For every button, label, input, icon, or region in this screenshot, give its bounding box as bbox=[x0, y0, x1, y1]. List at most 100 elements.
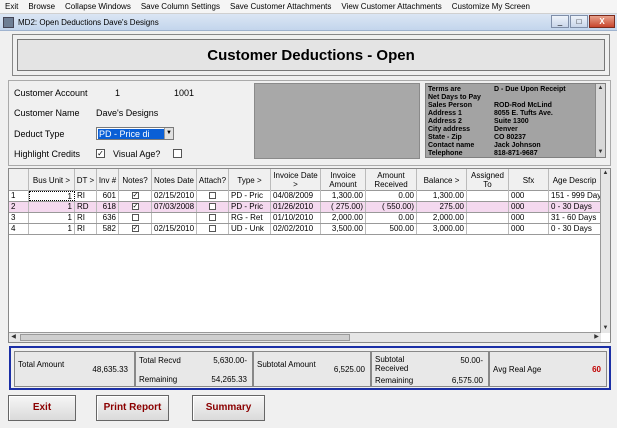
terms-scrollbar[interactable]: ▲ ▼ bbox=[595, 84, 605, 157]
exit-button[interactable]: Exit bbox=[8, 395, 76, 421]
cell-balance[interactable]: 2,000.00 bbox=[417, 213, 467, 223]
minimize-button[interactable]: _ bbox=[551, 15, 569, 28]
cell-invoice-amount[interactable]: 3,500.00 bbox=[321, 224, 366, 234]
scroll-left-icon[interactable]: ◀ bbox=[9, 333, 18, 342]
cell-age-descrip[interactable]: 151 - 999 Days bbox=[549, 191, 601, 201]
cell-dt[interactable]: RI bbox=[75, 213, 97, 223]
table-row[interactable]: 1 1 RI 601 ✓ 02/15/2010 PD - Pric 04/08/… bbox=[9, 191, 601, 202]
header-balance[interactable]: Balance > bbox=[417, 169, 467, 191]
cell-invoice-amount[interactable]: 2,000.00 bbox=[321, 213, 366, 223]
cell-inv[interactable]: 601 bbox=[97, 191, 119, 201]
grid-horizontal-scrollbar[interactable]: ◀ ▶ bbox=[9, 332, 601, 342]
scroll-down-icon[interactable]: ▼ bbox=[601, 324, 610, 333]
cell-invoice-amount[interactable]: ( 275.00) bbox=[321, 202, 366, 212]
cell-type[interactable]: PD - Pric bbox=[229, 202, 271, 212]
summary-button[interactable]: Summary bbox=[192, 395, 265, 421]
cell-invoice-date[interactable]: 01/26/2010 bbox=[271, 202, 321, 212]
cell-notes[interactable]: ✓ bbox=[119, 202, 152, 212]
table-row[interactable]: 4 1 RI 582 ✓ 02/15/2010 UD - Unk 02/02/2… bbox=[9, 224, 601, 235]
menu-collapse-windows[interactable]: Collapse Windows bbox=[60, 0, 136, 14]
scroll-up-icon[interactable]: ▲ bbox=[596, 84, 605, 93]
cell-amount-received[interactable]: 500.00 bbox=[366, 224, 417, 234]
cell-balance[interactable]: 3,000.00 bbox=[417, 224, 467, 234]
attach-checkbox[interactable] bbox=[209, 225, 216, 233]
cell-notes[interactable]: ✓ bbox=[119, 191, 152, 201]
cell-type[interactable]: UD - Unk bbox=[229, 224, 271, 234]
cell-amount-received[interactable]: 0.00 bbox=[366, 213, 417, 223]
header-bus-unit[interactable]: Bus Unit > bbox=[29, 169, 75, 191]
cell-sfx[interactable]: 000 bbox=[509, 202, 549, 212]
cell-attach[interactable] bbox=[197, 213, 229, 223]
cell-notes-date[interactable] bbox=[152, 213, 197, 223]
close-button[interactable]: X bbox=[589, 15, 615, 28]
notes-checkbox[interactable] bbox=[131, 214, 139, 222]
cell-sfx[interactable]: 000 bbox=[509, 191, 549, 201]
cell-age-descrip[interactable]: 0 - 30 Days bbox=[549, 224, 601, 234]
cell-inv[interactable]: 636 bbox=[97, 213, 119, 223]
cell-dt[interactable]: RI bbox=[75, 224, 97, 234]
cell-balance[interactable]: 275.00 bbox=[417, 202, 467, 212]
table-row[interactable]: 2 1 RD 618 ✓ 07/03/2008 PD - Pric 01/26/… bbox=[9, 202, 601, 213]
header-inv[interactable]: Inv # bbox=[97, 169, 119, 191]
highlight-credits-checkbox[interactable]: ✓ bbox=[96, 149, 105, 158]
scroll-up-icon[interactable]: ▲ bbox=[601, 169, 610, 178]
cell-sfx[interactable]: 000 bbox=[509, 213, 549, 223]
print-report-button[interactable]: Print Report bbox=[96, 395, 169, 421]
header-dt[interactable]: DT > bbox=[75, 169, 97, 191]
notes-checkbox[interactable]: ✓ bbox=[131, 203, 139, 211]
deduct-type-select[interactable]: PD - Price di ▼ bbox=[96, 127, 174, 140]
cell-dt[interactable]: RI bbox=[75, 191, 97, 201]
notes-checkbox[interactable]: ✓ bbox=[131, 225, 139, 233]
cell-assigned-to[interactable] bbox=[467, 191, 509, 201]
header-attach[interactable]: Attach? bbox=[197, 169, 229, 191]
maximize-button[interactable]: □ bbox=[570, 15, 588, 28]
header-type[interactable]: Type > bbox=[229, 169, 271, 191]
cell-age-descrip[interactable]: 0 - 30 Days bbox=[549, 202, 601, 212]
menu-save-column-settings[interactable]: Save Column Settings bbox=[136, 0, 225, 14]
cell-type[interactable]: RG - Ret bbox=[229, 213, 271, 223]
scroll-thumb[interactable] bbox=[20, 334, 350, 341]
scroll-right-icon[interactable]: ▶ bbox=[592, 333, 601, 342]
cell-amount-received[interactable]: ( 550.00) bbox=[366, 202, 417, 212]
cell-inv[interactable]: 582 bbox=[97, 224, 119, 234]
cell-notes-date[interactable]: 02/15/2010 bbox=[152, 224, 197, 234]
attach-checkbox[interactable] bbox=[209, 192, 216, 200]
cell-notes-date[interactable]: 02/15/2010 bbox=[152, 191, 197, 201]
cell-amount-received[interactable]: 0.00 bbox=[366, 191, 417, 201]
cell-attach[interactable] bbox=[197, 202, 229, 212]
attach-checkbox[interactable] bbox=[209, 214, 216, 222]
cell-invoice-date[interactable]: 04/08/2009 bbox=[271, 191, 321, 201]
notes-checkbox[interactable]: ✓ bbox=[131, 192, 139, 200]
cell-dt[interactable]: RD bbox=[75, 202, 97, 212]
cell-sfx[interactable]: 000 bbox=[509, 224, 549, 234]
menu-view-customer-attachments[interactable]: View Customer Attachments bbox=[336, 0, 446, 14]
visual-age-checkbox[interactable] bbox=[173, 149, 182, 158]
cell-bus-unit[interactable]: 1 bbox=[29, 202, 75, 212]
cell-assigned-to[interactable] bbox=[467, 202, 509, 212]
attach-checkbox[interactable] bbox=[209, 203, 216, 211]
header-amount-received[interactable]: Amount Received bbox=[366, 169, 417, 191]
menu-customize-my-screen[interactable]: Customize My Screen bbox=[447, 0, 535, 14]
cell-type[interactable]: PD - Pric bbox=[229, 191, 271, 201]
header-invoice-amount[interactable]: Invoice Amount bbox=[321, 169, 366, 191]
header-assigned-to[interactable]: Assigned To bbox=[467, 169, 509, 191]
cell-notes[interactable] bbox=[119, 213, 152, 223]
cell-attach[interactable] bbox=[197, 191, 229, 201]
cell-assigned-to[interactable] bbox=[467, 213, 509, 223]
cell-bus-unit[interactable]: 1 bbox=[29, 213, 75, 223]
cell-inv[interactable]: 618 bbox=[97, 202, 119, 212]
menu-save-customer-attachments[interactable]: Save Customer Attachments bbox=[225, 0, 336, 14]
cell-balance[interactable]: 1,300.00 bbox=[417, 191, 467, 201]
table-row[interactable]: 3 1 RI 636 RG - Ret 01/10/2010 2,000.00 … bbox=[9, 213, 601, 224]
cell-notes[interactable]: ✓ bbox=[119, 224, 152, 234]
cell-invoice-amount[interactable]: 1,300.00 bbox=[321, 191, 366, 201]
header-notes-date[interactable]: Notes Date bbox=[152, 169, 197, 191]
header-invoice-date[interactable]: Invoice Date > bbox=[271, 169, 321, 191]
menu-exit[interactable]: Exit bbox=[0, 0, 23, 14]
cell-invoice-date[interactable]: 01/10/2010 bbox=[271, 213, 321, 223]
menu-browse[interactable]: Browse bbox=[23, 0, 60, 14]
header-sfx[interactable]: Sfx bbox=[509, 169, 549, 191]
grid-vertical-scrollbar[interactable]: ▲ ▼ bbox=[600, 169, 610, 333]
cell-bus-unit[interactable]: 1 bbox=[29, 191, 75, 201]
cell-age-descrip[interactable]: 31 - 60 Days bbox=[549, 213, 601, 223]
